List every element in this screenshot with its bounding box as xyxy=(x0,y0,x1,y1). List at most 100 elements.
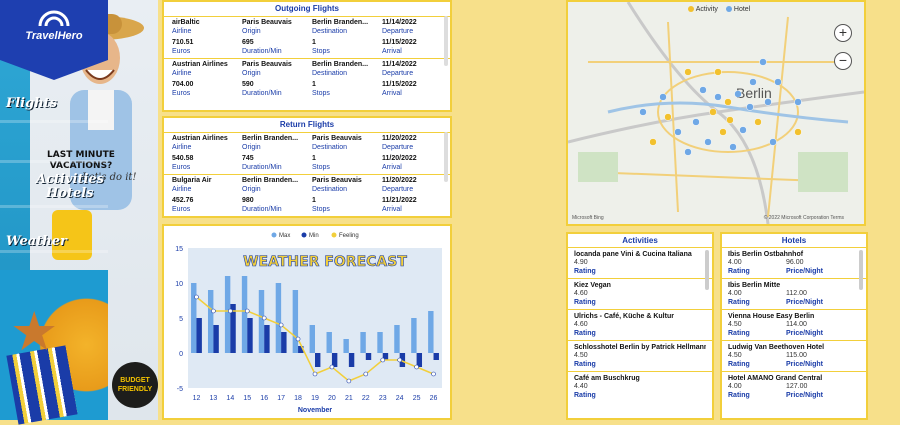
flight-card[interactable]: Bulgaria Air Berlin Branden... Paris Beauv… xyxy=(164,174,450,216)
hotel-marker[interactable] xyxy=(659,93,667,101)
hotel-marker[interactable] xyxy=(684,148,692,156)
price-value: 127.00 xyxy=(786,383,808,390)
hotel-marker[interactable] xyxy=(746,103,754,111)
y-tick-label: -5 xyxy=(177,386,183,393)
activity-item[interactable]: Schlosshotel Berlin by Patrick Hellmann … xyxy=(568,340,712,371)
activity-item[interactable]: locanda pane Vini & Cucina Italiana 4.90… xyxy=(568,247,712,278)
legend-hotel: Hotel xyxy=(733,6,751,13)
max-bar xyxy=(241,276,248,353)
hotel-item[interactable]: Ibis Berlin Ostbahnhof 4.00 96.00 Rating P… xyxy=(722,247,866,278)
activity-item[interactable]: Kiez Vegan 4.60 Rating xyxy=(568,278,712,309)
hotel-marker[interactable] xyxy=(739,126,747,134)
hotel-marker[interactable] xyxy=(734,90,742,98)
activity-marker[interactable] xyxy=(726,116,734,124)
x-tick-label: 15 xyxy=(243,395,251,402)
duration-label: Duration/Min xyxy=(242,163,282,171)
stops-value: 1 xyxy=(312,155,316,162)
arrival-label: Arrival xyxy=(382,89,402,97)
zoom-in-button[interactable]: + xyxy=(834,24,852,42)
departure-label: Departure xyxy=(382,185,414,193)
stops-value: 1 xyxy=(312,39,316,46)
hotel-marker[interactable] xyxy=(692,118,700,126)
hotel-marker[interactable] xyxy=(729,143,737,151)
arrival-value: 11/20/2022 xyxy=(382,155,417,162)
feeling-point xyxy=(346,378,352,384)
activity-marker[interactable] xyxy=(714,68,722,76)
price-value: 114.00 xyxy=(786,321,807,328)
origin-value: Berlin Branden... xyxy=(242,135,299,142)
hotel-marker[interactable] xyxy=(764,98,772,106)
x-tick-label: 21 xyxy=(345,395,353,402)
hotel-item[interactable]: Vienna House Easy Berlin 4.50 114.00 Rati… xyxy=(722,309,866,340)
hotel-marker[interactable] xyxy=(674,128,682,136)
activity-marker[interactable] xyxy=(664,113,672,121)
stops-value: 1 xyxy=(312,81,316,88)
max-bar xyxy=(326,332,332,353)
return-title: Return Flights xyxy=(279,120,335,129)
activity-marker[interactable] xyxy=(719,128,727,136)
euros-label: Euros xyxy=(172,163,191,171)
flight-card[interactable]: airBaltic Paris Beauvais Berlin Branden...… xyxy=(164,16,450,58)
activity-marker[interactable] xyxy=(709,108,717,116)
hotel-item[interactable]: Hotel AMANO Grand Central 4.00 127.00 Rat… xyxy=(722,371,866,402)
destination-value: Paris Beauvais xyxy=(312,177,362,184)
arrival-label: Arrival xyxy=(382,163,402,171)
price-value: 452.76 xyxy=(172,197,194,204)
legend-dot-activity xyxy=(687,6,694,13)
feeling-point xyxy=(397,357,402,363)
map-credit[interactable]: © 2022 Microsoft Corporation Terms xyxy=(764,215,844,221)
hotel-item[interactable]: Ludwig Van Beethoven Hotel 4.50 115.00 Ra… xyxy=(722,340,866,371)
zoom-out-button[interactable]: − xyxy=(834,52,852,70)
scrollbar[interactable] xyxy=(444,16,448,66)
activity-marker[interactable] xyxy=(754,118,762,126)
x-tick-label: 12 xyxy=(193,395,201,402)
hotel-name: Ibis Berlin Ostbahnhof xyxy=(728,251,804,258)
hotel-marker[interactable] xyxy=(699,86,707,94)
activity-marker[interactable] xyxy=(794,128,802,136)
hotel-marker[interactable] xyxy=(769,138,777,146)
scrollbar[interactable] xyxy=(705,250,709,290)
destination-value: Berlin Branden... xyxy=(312,61,369,68)
word-activities: Activities xyxy=(36,172,104,187)
airline-value: Austrian Airlines xyxy=(172,61,228,68)
price-label: Price/Night xyxy=(786,329,823,337)
map-panel[interactable]: Berlin Activity Hotel + − Microsoft Bing… xyxy=(566,0,866,226)
flight-card[interactable]: Austrian Airlines Paris Beauvais Berlin Br… xyxy=(164,58,450,100)
destination-label: Destination xyxy=(312,69,348,77)
activity-item[interactable]: Café am Buschkrug 4.40 Rating xyxy=(568,371,712,402)
departure-value: 11/14/2022 xyxy=(382,19,417,26)
duration-value: 980 xyxy=(242,197,254,204)
activity-item[interactable]: Ulrichs - Café, Küche & Kultur 4.60 Rati… xyxy=(568,309,712,340)
legend-label: Feeling xyxy=(339,233,359,239)
x-tick-label: 18 xyxy=(294,395,302,402)
hotel-marker[interactable] xyxy=(704,138,712,146)
hotel-marker[interactable] xyxy=(749,78,757,86)
legend-swatch xyxy=(301,232,307,238)
scrollbar[interactable] xyxy=(859,250,863,290)
hotel-item[interactable]: Ibis Berlin Mitte 4.00 112.00 Rating Price… xyxy=(722,278,866,309)
price-value: 112.00 xyxy=(786,290,807,297)
x-tick-label: 17 xyxy=(277,395,285,402)
hotel-marker[interactable] xyxy=(759,58,767,66)
origin-value: Berlin Branden... xyxy=(242,177,299,184)
activity-marker[interactable] xyxy=(724,98,732,106)
scrollbar[interactable] xyxy=(444,132,448,182)
stops-label: Stops xyxy=(312,205,330,213)
max-bar xyxy=(224,276,231,353)
hotel-marker[interactable] xyxy=(774,78,782,86)
hotel-marker[interactable] xyxy=(714,93,722,101)
legend-swatch xyxy=(271,232,277,238)
hotel-marker[interactable] xyxy=(639,108,647,116)
rating-label: Rating xyxy=(574,391,596,399)
activity-marker[interactable] xyxy=(649,138,657,146)
rating-label: Rating xyxy=(574,267,596,275)
map-canvas[interactable]: Berlin xyxy=(568,2,864,224)
rating-value: 4.40 xyxy=(574,383,588,390)
hotel-marker[interactable] xyxy=(794,98,802,106)
hotels-panel: Hotels Ibis Berlin Ostbahnhof 4.00 96.00 … xyxy=(720,232,868,420)
plank-line xyxy=(0,120,108,123)
rating-value: 4.50 xyxy=(574,352,588,359)
plank-line xyxy=(0,160,108,163)
activity-marker[interactable] xyxy=(684,68,692,76)
flight-card[interactable]: Austrian Airlines Berlin Branden... Paris … xyxy=(164,132,450,174)
